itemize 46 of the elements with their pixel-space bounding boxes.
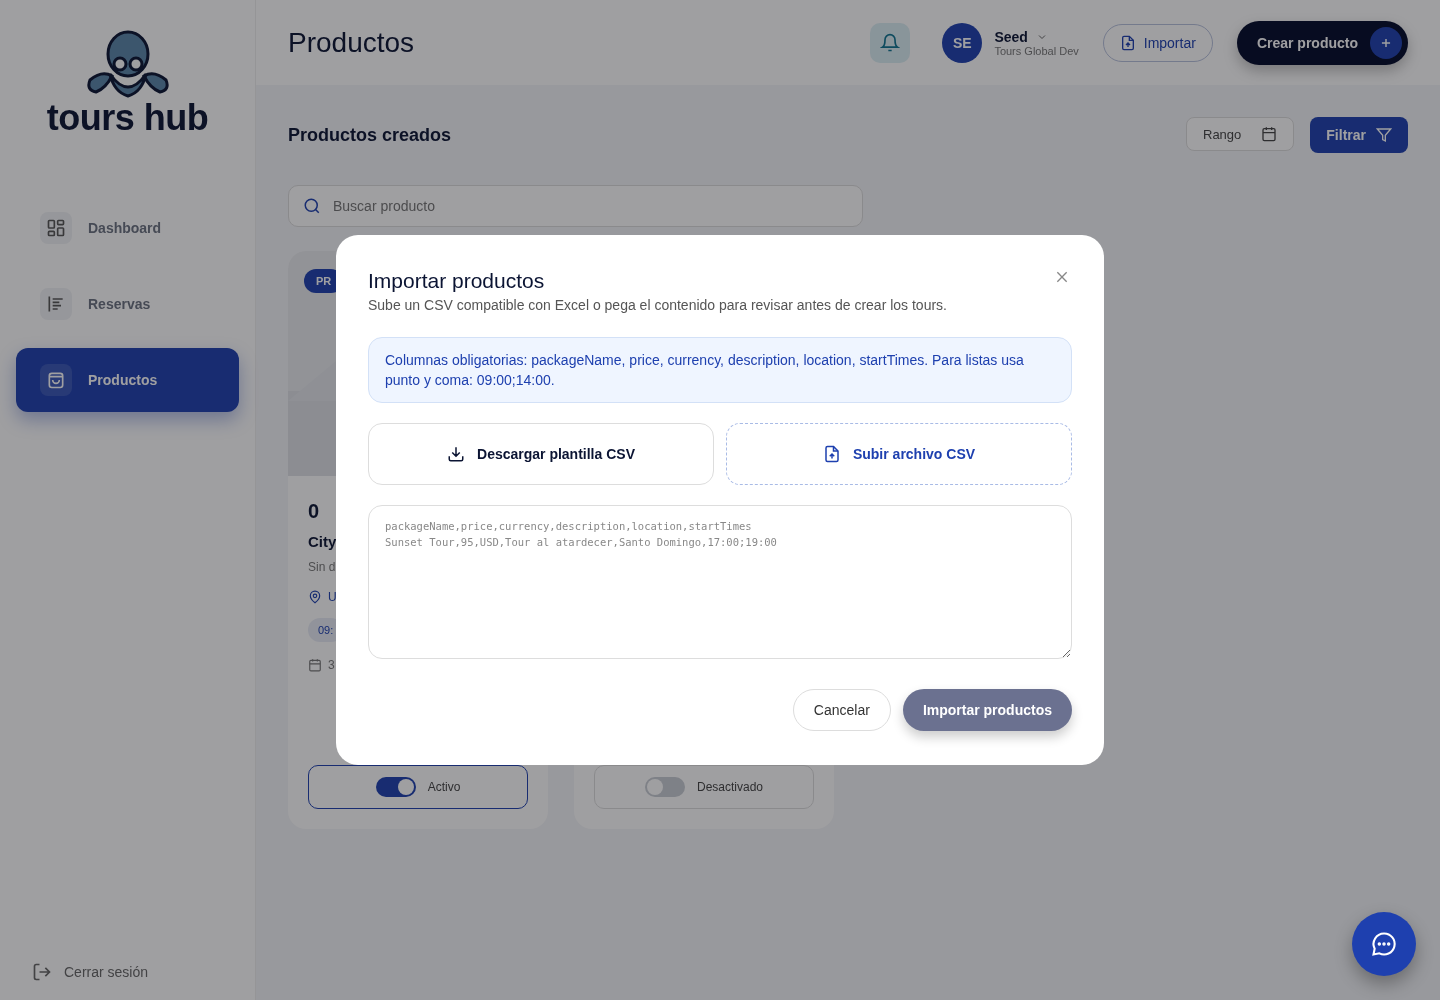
calendar-icon [1261,126,1278,142]
import-button[interactable]: Importar [1102,23,1213,62]
map-pin-icon [308,590,322,604]
list-icon [46,294,66,314]
product-price: 0 [308,500,320,523]
product-name: City [308,533,337,550]
calendar-icon [308,658,322,672]
upload-file-button[interactable]: Subir archivo CSV [726,423,1072,485]
toggle-switch[interactable] [375,777,416,797]
bag-icon [46,370,66,390]
logout-link[interactable]: Cerrar sesión [16,962,239,982]
grid-icon [46,218,66,238]
chat-icon [1370,930,1398,958]
download-icon [447,445,465,463]
dialog-subtitle: Sube un CSV compatible con Excel o pega el contenido para revisar antes de crear los tours. [368,297,948,313]
status-label: Activo [427,780,461,794]
product-description: Sin d [308,560,336,574]
cancel-button[interactable]: Cancelar [792,689,891,731]
date-range-button[interactable]: Rango [1186,117,1295,151]
user-organization: Tours Global Dev [994,44,1079,57]
toggle-switch[interactable] [644,777,685,797]
logout-icon [32,962,52,982]
file-upload-icon [1119,34,1136,51]
dialog-title: Importar productos [368,269,545,293]
sidebar-item[interactable]: Dashboard [16,196,239,260]
notifications-button[interactable] [870,22,911,63]
csv-text-area[interactable]: packageName,price,currency,description,location,startTimes Sunset Tour,95,USD,Tour al atardecer,Santo Domingo,17:00;19:00 [368,505,1072,659]
download-template-button[interactable]: Descargar plantilla CSV [368,423,714,485]
user-avatar[interactable]: SE [942,22,983,63]
user-name: Seed [994,28,1028,45]
create-product-button[interactable]: Crear producto [1236,20,1408,65]
filter-icon [1376,127,1392,143]
sidebar-item[interactable]: Reservas [16,272,239,336]
filter-button[interactable]: Filtrar [1310,117,1408,153]
section-title: Productos creados [288,124,452,146]
page-title: Productos [288,26,415,59]
info-notice: Columnas obligatorias: packageName, price, currency, description, location, startTimes. Para listas usa punto y coma: 09:00;14:00. [368,337,1072,403]
brand-name: tours hub [46,100,209,136]
product-location: U [328,590,337,604]
bell-icon [880,32,901,53]
status-label: Desactivado [696,780,763,794]
plus-icon [1370,26,1402,59]
file-upload-icon [822,445,841,463]
search-field[interactable]: Buscar producto [288,185,863,227]
sidebar-item[interactable]: Productos [16,348,239,412]
product-date: 3 [328,658,335,672]
